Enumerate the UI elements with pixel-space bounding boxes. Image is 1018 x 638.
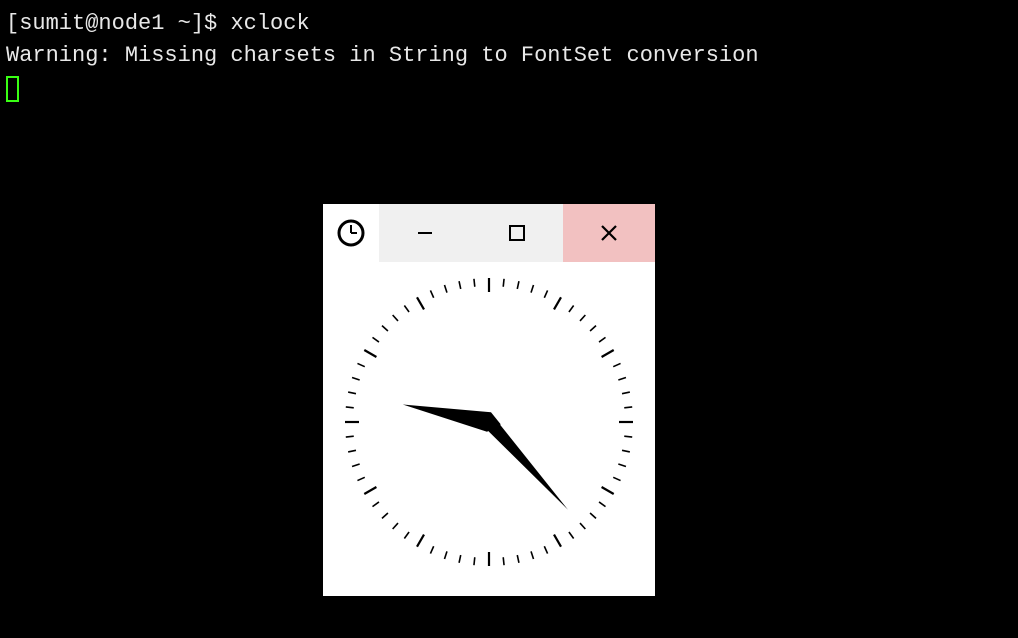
- maximize-button[interactable]: [471, 204, 563, 262]
- window-app-icon: [323, 204, 379, 262]
- clock-svg: [323, 262, 655, 596]
- xclock-window[interactable]: [323, 204, 655, 596]
- minute-hand: [481, 413, 568, 510]
- close-icon: [598, 222, 620, 244]
- terminal-line: [sumit@node1 ~]$ xclock: [6, 8, 1012, 40]
- clock-face: [323, 262, 655, 596]
- maximize-icon: [507, 223, 527, 243]
- minimize-icon: [415, 223, 435, 243]
- clock-hands: [403, 404, 568, 509]
- window-titlebar[interactable]: [323, 204, 655, 262]
- cursor[interactable]: [6, 76, 19, 102]
- minimize-button[interactable]: [379, 204, 471, 262]
- terminal-output: [sumit@node1 ~]$ xclock Warning: Missing…: [0, 0, 1018, 121]
- clock-icon: [336, 218, 366, 248]
- shell-command: xclock: [230, 11, 309, 36]
- shell-warning: Warning: Missing charsets in String to F…: [6, 40, 1012, 72]
- close-button[interactable]: [563, 204, 655, 262]
- shell-prompt: [sumit@node1 ~]$: [6, 11, 217, 36]
